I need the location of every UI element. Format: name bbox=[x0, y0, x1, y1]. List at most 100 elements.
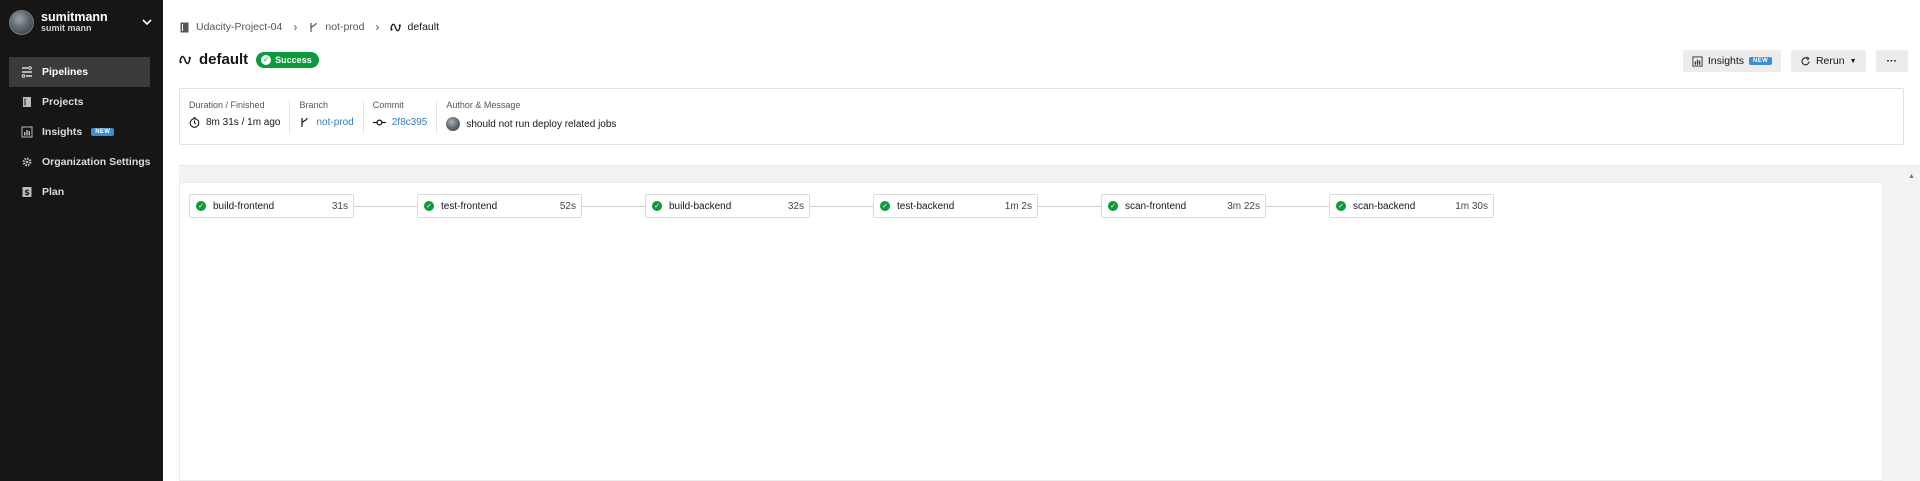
job-card[interactable]: ✓ scan-frontend 3m 22s bbox=[1101, 194, 1266, 218]
success-check-icon: ✓ bbox=[424, 201, 434, 211]
breadcrumb-workflow: default bbox=[407, 21, 440, 33]
svg-text:$: $ bbox=[24, 188, 30, 197]
pipelines-icon bbox=[21, 66, 32, 78]
success-check-icon: ✓ bbox=[1336, 201, 1346, 211]
rerun-icon bbox=[1801, 56, 1810, 65]
job-duration: 52s bbox=[559, 200, 576, 212]
sidebar-item-insights[interactable]: Insights NEW bbox=[0, 117, 163, 147]
insights-button-label: Insights bbox=[1707, 55, 1745, 67]
job-connector bbox=[354, 205, 417, 207]
meta-commit: Commit 2f8c395 bbox=[364, 100, 438, 134]
sidebar-item-label: Insights bbox=[42, 126, 83, 138]
insights-icon bbox=[1692, 55, 1703, 67]
status-badge: ✓ Success bbox=[256, 51, 319, 68]
branch-link[interactable]: not-prod bbox=[316, 117, 353, 128]
sidebar: sumitmann sumit mann Pipelines Projects … bbox=[0, 0, 163, 481]
job-connector bbox=[1038, 205, 1101, 207]
success-check-icon: ✓ bbox=[880, 201, 890, 211]
meta-label: Commit bbox=[372, 100, 404, 110]
branch-icon bbox=[301, 117, 309, 127]
meta-value: 8m 31s / 1m ago bbox=[189, 117, 280, 128]
meta-value: should not run deploy related jobs bbox=[446, 117, 616, 131]
duration-value: 8m 31s / 1m ago bbox=[206, 117, 281, 128]
breadcrumb: Udacity-Project-04 › not-prod › default bbox=[179, 20, 439, 34]
caret-down-icon: ▼ bbox=[1849, 57, 1857, 65]
success-check-icon: ✓ bbox=[652, 201, 662, 211]
org-switcher[interactable]: sumitmann sumit mann bbox=[0, 0, 163, 45]
breadcrumb-project[interactable]: Udacity-Project-04 bbox=[196, 21, 282, 33]
job-card[interactable]: ✓ test-backend 1m 2s bbox=[873, 194, 1038, 218]
check-icon: ✓ bbox=[261, 54, 272, 65]
job-card[interactable]: ✓ scan-backend 1m 30s bbox=[1329, 194, 1494, 218]
page-title: default bbox=[199, 51, 249, 68]
job-duration: 3m 22s bbox=[1227, 200, 1260, 212]
job-name: scan-frontend bbox=[1125, 200, 1187, 212]
sidebar-nav: Pipelines Projects Insights NEW Organiza… bbox=[0, 45, 163, 207]
chevron-right-icon: › bbox=[293, 20, 298, 34]
job-connector bbox=[582, 205, 645, 207]
commit-message: should not run deploy related jobs bbox=[466, 118, 617, 130]
job-connector bbox=[1266, 205, 1329, 207]
job-duration: 31s bbox=[331, 200, 348, 212]
meta-label: Branch bbox=[299, 100, 329, 110]
projects-icon bbox=[23, 97, 31, 107]
header-actions: Insights NEW Rerun ▼ ··· bbox=[1682, 50, 1908, 72]
status-label: Success bbox=[275, 54, 312, 65]
book-icon bbox=[180, 22, 189, 32]
job-list: ✓ build-frontend 31s ✓ test-frontend 52s… bbox=[189, 194, 1494, 218]
meta-duration: Duration / Finished 8m 31s / 1m ago bbox=[180, 100, 291, 134]
sidebar-item-projects[interactable]: Projects bbox=[0, 87, 163, 117]
workflow-icon bbox=[179, 55, 191, 64]
workflow-graph: ✓ build-frontend 31s ✓ test-frontend 52s… bbox=[179, 182, 1883, 481]
clock-icon bbox=[189, 117, 200, 128]
meta-label: Author & Message bbox=[446, 100, 521, 110]
chevron-down-icon[interactable] bbox=[140, 17, 154, 29]
job-name: build-frontend bbox=[213, 200, 275, 212]
branch-icon bbox=[310, 22, 317, 32]
rerun-button-label: Rerun bbox=[1815, 55, 1845, 67]
job-duration: 1m 2s bbox=[1004, 200, 1032, 212]
workflow-icon bbox=[390, 23, 402, 31]
title-row: default ✓ Success bbox=[179, 51, 319, 68]
job-name: test-backend bbox=[897, 200, 955, 212]
sidebar-item-label: Projects bbox=[42, 96, 84, 108]
more-icon: ··· bbox=[1886, 55, 1898, 67]
sidebar-item-pipelines[interactable]: Pipelines bbox=[9, 57, 150, 87]
dollar-icon: $ bbox=[22, 187, 32, 197]
breadcrumb-branch[interactable]: not-prod bbox=[325, 21, 364, 33]
job-connector bbox=[810, 205, 873, 207]
chevron-right-icon: › bbox=[375, 20, 380, 34]
meta-value: not-prod bbox=[299, 117, 354, 128]
gear-icon bbox=[22, 157, 32, 167]
rerun-button[interactable]: Rerun ▼ bbox=[1790, 50, 1866, 72]
commit-link[interactable]: 2f8c395 bbox=[392, 117, 428, 128]
meta-branch: Branch not-prod bbox=[290, 100, 364, 134]
sidebar-item-label: Organization Settings bbox=[42, 156, 151, 168]
workflow-meta: Duration / Finished 8m 31s / 1m ago Bran… bbox=[179, 88, 1904, 145]
org-name: sumitmann bbox=[41, 9, 108, 24]
success-check-icon: ✓ bbox=[196, 201, 206, 211]
success-check-icon: ✓ bbox=[1108, 201, 1118, 211]
job-name: build-backend bbox=[669, 200, 732, 212]
job-card[interactable]: ✓ build-frontend 31s bbox=[189, 194, 354, 218]
meta-author: Author & Message should not run deploy r… bbox=[437, 100, 625, 134]
avatar bbox=[446, 117, 461, 131]
scroll-up-icon[interactable]: ▲ bbox=[1908, 173, 1916, 181]
meta-value: 2f8c395 bbox=[372, 117, 428, 128]
sidebar-item-plan[interactable]: $ Plan bbox=[0, 177, 163, 207]
more-button[interactable]: ··· bbox=[1875, 50, 1908, 72]
job-card[interactable]: ✓ test-frontend 52s bbox=[417, 194, 582, 218]
job-card[interactable]: ✓ build-backend 32s bbox=[645, 194, 810, 218]
sidebar-item-organization-settings[interactable]: Organization Settings bbox=[0, 147, 163, 177]
insights-icon bbox=[21, 126, 33, 138]
job-name: test-frontend bbox=[441, 200, 498, 212]
meta-label: Duration / Finished bbox=[189, 100, 265, 110]
sidebar-item-label: Pipelines bbox=[42, 66, 89, 78]
job-duration: 32s bbox=[787, 200, 804, 212]
commit-icon bbox=[372, 119, 386, 126]
insights-button[interactable]: Insights NEW bbox=[1682, 50, 1781, 72]
new-badge: NEW bbox=[91, 128, 115, 136]
main-content: Udacity-Project-04 › not-prod › default … bbox=[163, 0, 1920, 481]
sidebar-item-label: Plan bbox=[42, 186, 65, 198]
job-name: scan-backend bbox=[1353, 200, 1416, 212]
